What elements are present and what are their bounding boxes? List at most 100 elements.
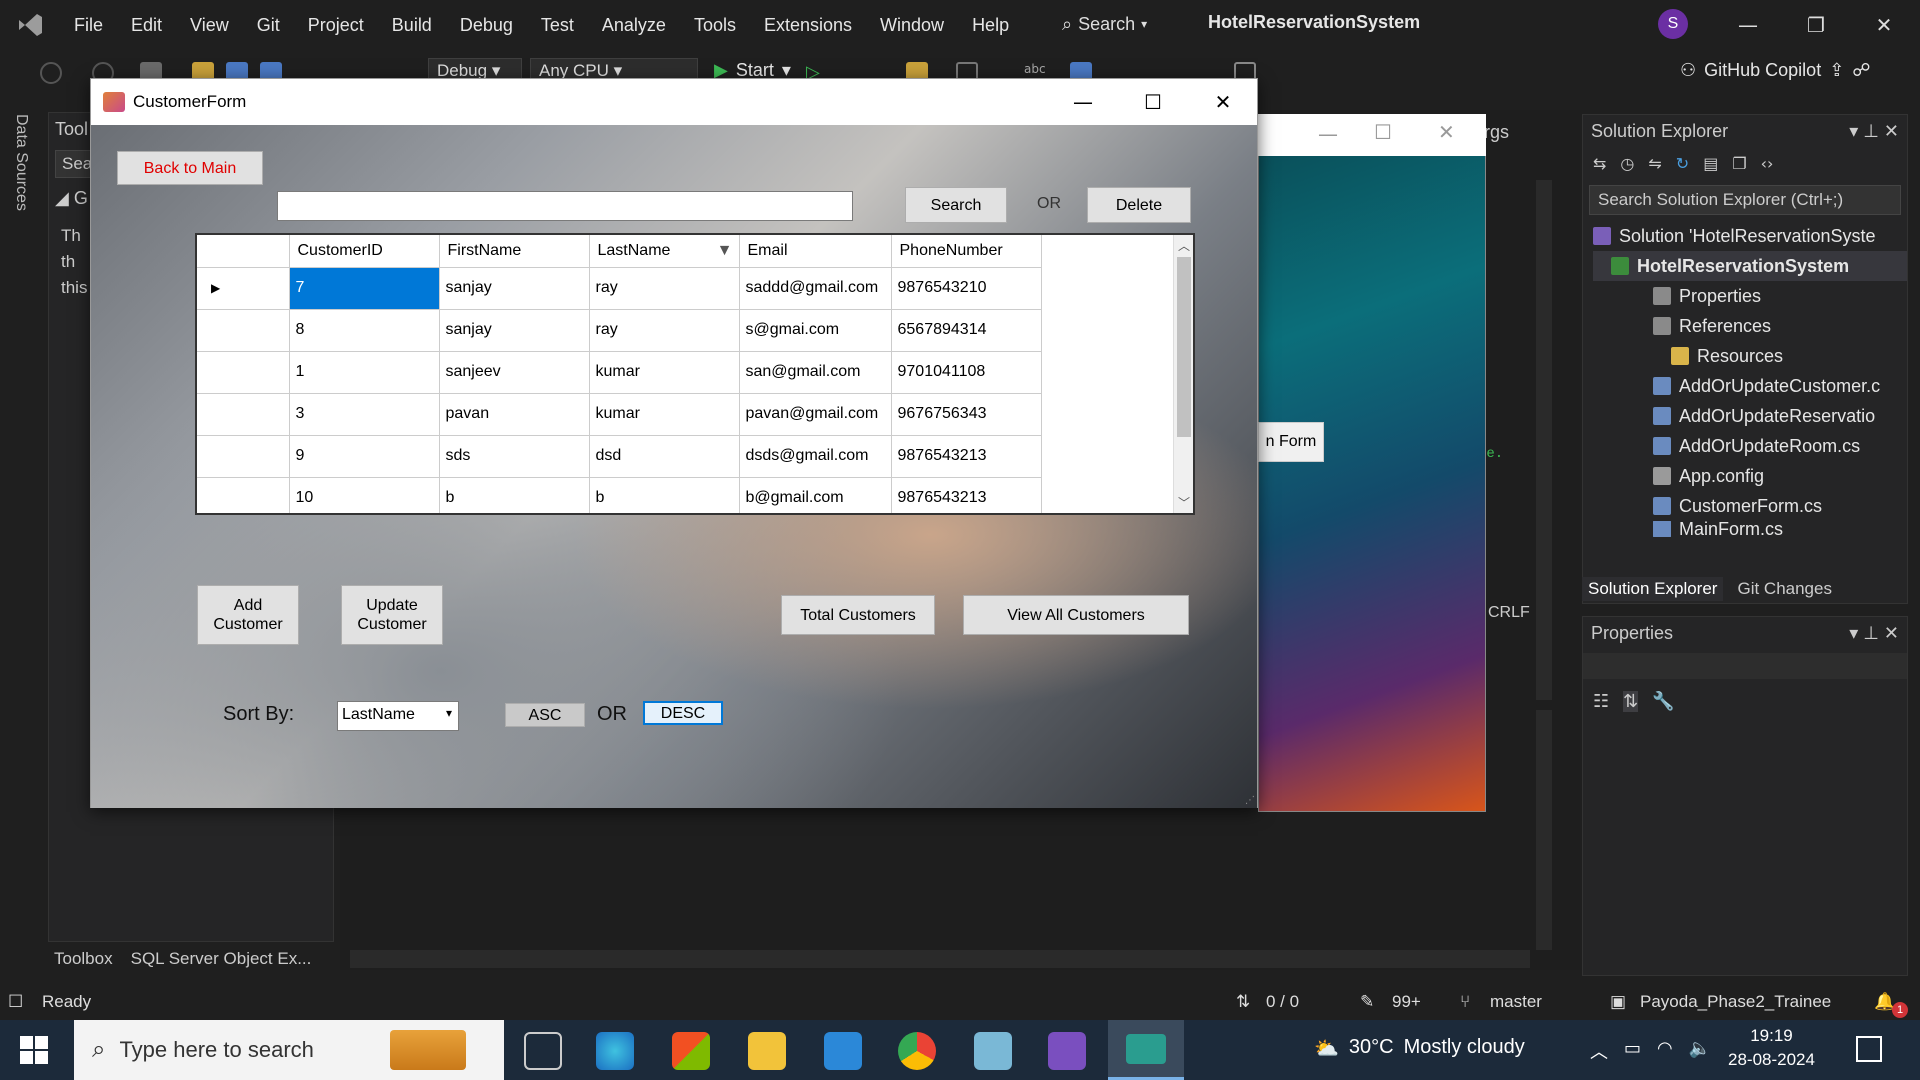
- visual-studio-icon[interactable]: [1048, 1032, 1086, 1070]
- battery-icon[interactable]: ▭: [1624, 1038, 1641, 1064]
- tree-item-file[interactable]: AddOrUpdateReservatio: [1593, 401, 1907, 431]
- tree-item-file[interactable]: CustomerForm.cs: [1593, 491, 1907, 521]
- minimize-icon[interactable]: —: [1318, 122, 1338, 146]
- back-to-main-button[interactable]: Back to Main: [117, 151, 263, 185]
- avatar[interactable]: S: [1658, 9, 1688, 39]
- status-branch[interactable]: master: [1490, 992, 1542, 1012]
- tab-solution-explorer[interactable]: Solution Explorer: [1582, 577, 1724, 601]
- output-icon[interactable]: ☐: [8, 992, 23, 1012]
- alphabetical-icon[interactable]: ⇅: [1623, 691, 1639, 712]
- share-icon[interactable]: ⇪: [1829, 60, 1844, 81]
- panel-controls[interactable]: ▾ ⊥ ✕: [1849, 121, 1899, 141]
- table-cell[interactable]: pavan@gmail.com: [738, 392, 892, 436]
- table-cell[interactable]: 9676756343: [890, 392, 1042, 436]
- table-cell[interactable]: kumar: [588, 392, 740, 436]
- tab-toolbox[interactable]: Toolbox: [48, 949, 119, 969]
- tree-item-file[interactable]: AddOrUpdateCustomer.c: [1593, 371, 1907, 401]
- menu-test[interactable]: Test: [527, 15, 588, 36]
- resize-grip-icon[interactable]: ⋰: [1245, 795, 1255, 806]
- wifi-icon[interactable]: ◠: [1657, 1038, 1673, 1064]
- scroll-down-icon[interactable]: ﹀: [1178, 494, 1190, 511]
- menu-git[interactable]: Git: [243, 15, 294, 36]
- properties-object-select[interactable]: [1583, 653, 1907, 679]
- total-customers-button[interactable]: Total Customers: [781, 595, 935, 635]
- row-header[interactable]: [197, 434, 290, 478]
- maximize-icon[interactable]: ☐: [1125, 85, 1181, 119]
- table-row[interactable]: 8 sanjay ray s@gmai.com 6567894314: [197, 308, 1042, 352]
- table-cell[interactable]: 9: [288, 434, 440, 478]
- scroll-up-icon[interactable]: ︿: [1178, 237, 1190, 254]
- table-cell[interactable]: b: [438, 476, 590, 513]
- column-header-firstname[interactable]: FirstName: [439, 235, 590, 268]
- grid-scroll-thumb[interactable]: [1177, 257, 1191, 437]
- menu-extensions[interactable]: Extensions: [750, 15, 866, 36]
- table-row[interactable]: 3 pavan kumar pavan@gmail.com 9676756343: [197, 392, 1042, 436]
- minimize-icon[interactable]: —: [1055, 85, 1111, 119]
- table-row[interactable]: 1 sanjeev kumar san@gmail.com 9701041108: [197, 350, 1042, 394]
- row-header[interactable]: [197, 476, 290, 513]
- table-cell[interactable]: 8: [288, 308, 440, 352]
- tree-item-project[interactable]: HotelReservationSystem: [1593, 251, 1907, 281]
- table-cell[interactable]: sanjeev: [438, 350, 590, 394]
- table-cell[interactable]: dsds@gmail.com: [738, 434, 892, 478]
- table-cell[interactable]: sds: [438, 434, 590, 478]
- weather-widget[interactable]: ⛅ 30°C Mostly cloudy: [1314, 1036, 1525, 1061]
- hotel-app-taskbar-button[interactable]: [1108, 1020, 1184, 1080]
- status-lines[interactable]: 0 / 0: [1266, 992, 1299, 1012]
- close-icon[interactable]: ✕: [1864, 8, 1904, 42]
- main-form-button[interactable]: n Form: [1258, 422, 1324, 462]
- sort-by-select[interactable]: LastName ▾: [337, 701, 459, 731]
- tree-item-solution[interactable]: Solution 'HotelReservationSyste: [1593, 221, 1907, 251]
- menu-file[interactable]: File: [60, 15, 117, 36]
- column-header-email[interactable]: Email: [739, 235, 892, 268]
- search-button[interactable]: Search: [905, 187, 1007, 223]
- table-row[interactable]: ▶ 7 sanjay ray saddd@gmail.com 9876543210: [197, 266, 1042, 310]
- add-customer-button[interactable]: Add Customer: [197, 585, 299, 645]
- search-input[interactable]: [277, 191, 853, 221]
- row-header[interactable]: ▶: [197, 266, 290, 310]
- row-header[interactable]: [197, 350, 290, 394]
- taskbar-clock[interactable]: 19:19 28-08-2024: [1728, 1024, 1815, 1072]
- table-cell[interactable]: b@gmail.com: [738, 476, 892, 513]
- close-icon[interactable]: ✕: [1195, 85, 1251, 119]
- status-repo[interactable]: Payoda_Phase2_Trainee: [1640, 992, 1831, 1012]
- menu-help[interactable]: Help: [958, 15, 1023, 36]
- menu-tools[interactable]: Tools: [680, 15, 750, 36]
- row-header[interactable]: [197, 392, 290, 436]
- tree-item-references[interactable]: References: [1593, 311, 1907, 341]
- visual-studio-logo-icon[interactable]: [0, 0, 60, 50]
- history-icon[interactable]: ◷: [1620, 154, 1634, 173]
- mail-icon[interactable]: [824, 1032, 862, 1070]
- tab-git-changes[interactable]: Git Changes: [1731, 577, 1838, 601]
- refresh-icon[interactable]: ↻: [1676, 154, 1689, 173]
- feedback-icon[interactable]: ☍: [1852, 60, 1870, 81]
- table-cell[interactable]: 7: [288, 266, 440, 310]
- update-customer-button[interactable]: Update Customer: [341, 585, 443, 645]
- solution-search-input[interactable]: Search Solution Explorer (Ctrl+;): [1589, 185, 1901, 215]
- chrome-icon[interactable]: [898, 1032, 936, 1070]
- data-sources-tab[interactable]: Data Sources: [12, 114, 30, 211]
- desc-button[interactable]: DESC: [643, 701, 723, 725]
- menu-build[interactable]: Build: [378, 15, 446, 36]
- args-dropdown[interactable]: rgs: [1484, 122, 1509, 143]
- table-cell[interactable]: san@gmail.com: [738, 350, 892, 394]
- code-view-icon[interactable]: ‹›: [1761, 154, 1774, 173]
- row-header[interactable]: [197, 308, 290, 352]
- table-cell[interactable]: s@gmai.com: [738, 308, 892, 352]
- tree-item-resources[interactable]: Resources: [1593, 341, 1907, 371]
- edge-icon[interactable]: [596, 1032, 634, 1070]
- customer-data-grid[interactable]: CustomerID FirstName LastName ▼ Email Pho…: [195, 233, 1195, 515]
- wrench-icon[interactable]: 🔧: [1652, 691, 1674, 712]
- table-cell[interactable]: 9876543213: [890, 476, 1042, 513]
- editor-vscroll-lower[interactable]: [1536, 710, 1552, 950]
- menu-analyze[interactable]: Analyze: [588, 15, 680, 36]
- tree-item-file[interactable]: AddOrUpdateRoom.cs: [1593, 431, 1907, 461]
- restore-icon[interactable]: ❐: [1796, 8, 1836, 42]
- task-view-icon[interactable]: [524, 1032, 562, 1070]
- tab-sql-server-object-explorer[interactable]: SQL Server Object Ex...: [125, 949, 318, 969]
- table-cell[interactable]: 3: [288, 392, 440, 436]
- grid-vscroll[interactable]: ︿ ﹀: [1173, 235, 1193, 513]
- tree-item-file[interactable]: MainForm.cs: [1593, 521, 1907, 537]
- table-cell[interactable]: 1: [288, 350, 440, 394]
- taskbar-search-box[interactable]: ⌕ Type here to search: [74, 1020, 504, 1080]
